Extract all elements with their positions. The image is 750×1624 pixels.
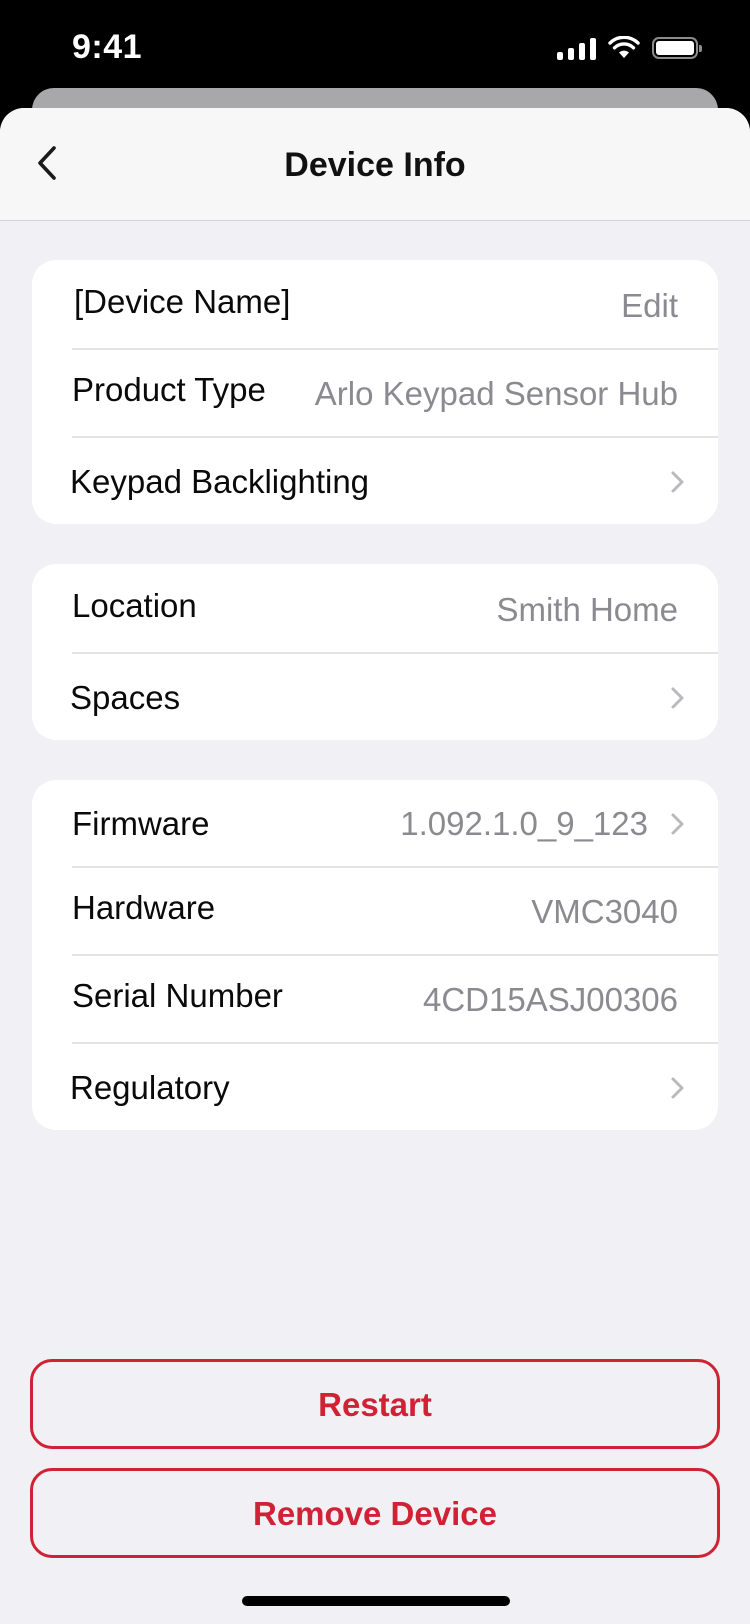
device-info-sheet: Device Info [Device Name] Edit Product T… bbox=[0, 108, 750, 1624]
chevron-right-icon bbox=[671, 687, 684, 709]
product-type-label: Product Type bbox=[72, 371, 266, 408]
product-type-value: Arlo Keypad Sensor Hub bbox=[314, 375, 678, 412]
location-row: Location Smith Home bbox=[32, 564, 718, 652]
firmware-value: 1.092.1.0_9_123 bbox=[400, 805, 648, 842]
hardware-row: Hardware VMC3040 bbox=[32, 866, 718, 954]
regulatory-row[interactable]: Regulatory bbox=[32, 1042, 718, 1130]
navigation-bar: Device Info bbox=[0, 108, 750, 221]
cellular-signal-icon bbox=[557, 36, 596, 60]
home-indicator bbox=[242, 1596, 510, 1606]
spaces-label: Spaces bbox=[70, 679, 181, 716]
firmware-label: Firmware bbox=[72, 805, 210, 842]
serial-number-value: 4CD15ASJ00306 bbox=[422, 981, 678, 1018]
status-icons bbox=[557, 36, 702, 60]
product-type-row: Product Type Arlo Keypad Sensor Hub bbox=[32, 348, 718, 436]
status-bar: 9:41 bbox=[0, 0, 750, 100]
chevron-right-icon bbox=[671, 471, 684, 493]
keypad-backlighting-row[interactable]: Keypad Backlighting bbox=[32, 436, 718, 524]
restart-button[interactable]: Restart bbox=[30, 1359, 720, 1449]
device-name-label: [Device Name] bbox=[74, 283, 291, 320]
chevron-right-icon bbox=[671, 1077, 684, 1099]
spaces-row[interactable]: Spaces bbox=[32, 652, 718, 740]
battery-icon bbox=[652, 37, 702, 59]
location-label: Location bbox=[72, 587, 197, 624]
device-details-card: [Device Name] Edit Product Type Arlo Key… bbox=[32, 260, 718, 524]
hardware-info-card: Firmware 1.092.1.0_9_123 Hardware VMC304… bbox=[32, 780, 718, 1130]
location-card: Location Smith Home Spaces bbox=[32, 564, 718, 740]
hardware-label: Hardware bbox=[72, 889, 216, 926]
wifi-icon bbox=[608, 36, 640, 58]
hardware-value: VMC3040 bbox=[531, 893, 678, 930]
status-time: 9:41 bbox=[72, 28, 143, 66]
location-value: Smith Home bbox=[496, 591, 678, 628]
serial-number-label: Serial Number bbox=[72, 977, 283, 1014]
firmware-row[interactable]: Firmware 1.092.1.0_9_123 bbox=[32, 780, 718, 866]
edit-link[interactable]: Edit bbox=[621, 260, 678, 352]
chevron-right-icon bbox=[671, 813, 684, 835]
device-name-row[interactable]: [Device Name] Edit bbox=[32, 260, 718, 348]
page-title: Device Info bbox=[284, 146, 466, 184]
keypad-backlighting-label: Keypad Backlighting bbox=[70, 463, 370, 500]
regulatory-label: Regulatory bbox=[70, 1069, 230, 1106]
remove-device-button[interactable]: Remove Device bbox=[30, 1468, 720, 1558]
serial-number-row: Serial Number 4CD15ASJ00306 bbox=[32, 954, 718, 1042]
